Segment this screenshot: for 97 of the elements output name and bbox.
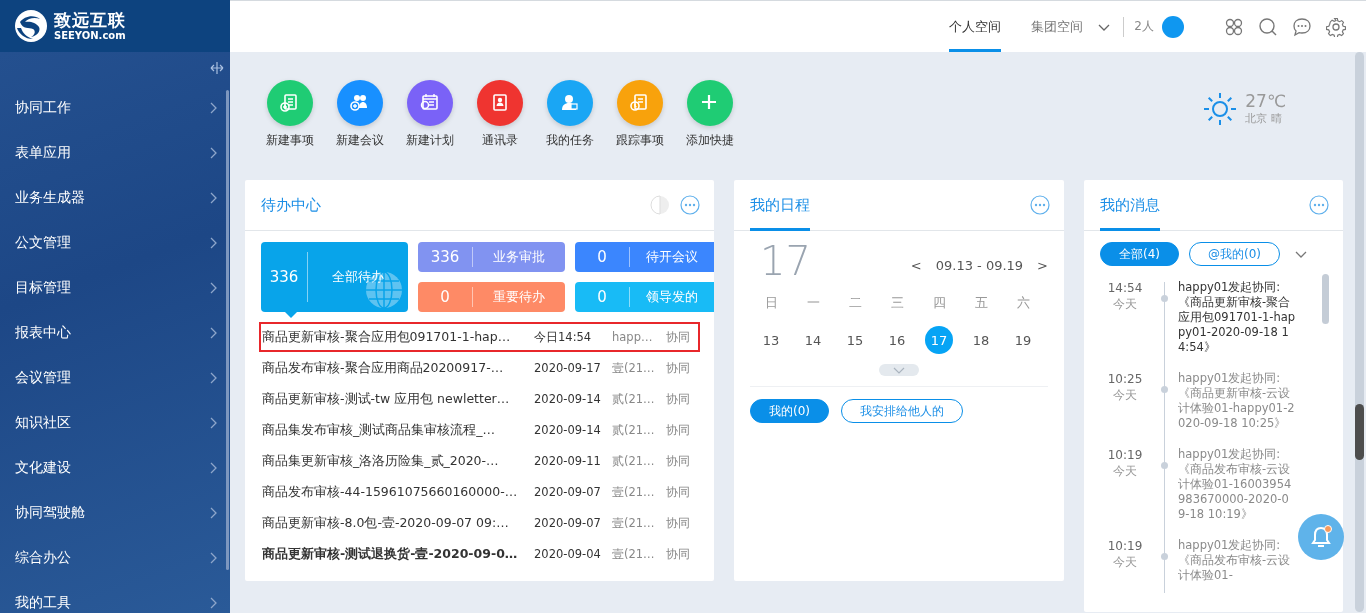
todo-row[interactable]: 商品更新审核-测试退换货-壹-2020-09-0… 2020-09-04 壹(21… 协同 [259,539,700,569]
collapse-icon[interactable] [210,62,224,74]
logo-icon [14,9,48,43]
sidebar-item[interactable]: 知识社区 [0,400,230,445]
sidebar-item[interactable]: 我的工具 [0,580,230,613]
weekday-label: 四 [931,294,947,312]
message-day: 今天 [1094,463,1156,479]
todo-row[interactable]: 商品集更新审核_洛洛历险集_贰_2020-… 2020-09-11 贰(21… 协同 [259,446,700,476]
todo-row[interactable]: 商品发布审核-聚合应用商品20200917-… 2020-09-17 壹(21… 协同 [259,353,700,383]
message-day: 今天 [1094,387,1156,403]
message-text[interactable]: happy01发起协同:《商品发布审核-云设计体验01- [1178,538,1296,583]
logo-domain: SEEYON.com [54,30,126,41]
logo-name: 致远互联 [54,11,126,29]
card-title[interactable]: 我的消息 [1100,180,1160,231]
sidebar-item[interactable]: 会议管理 [0,355,230,400]
chevron-right-icon [210,236,218,249]
weekday-label: 三 [889,294,905,312]
chevron-right-icon [210,326,218,339]
timeline-dot [1161,553,1168,560]
todo-row[interactable]: 商品更新审核-8.0包-壹-2020-09-07 09:… 2020-09-07 壹(21… 协同 [259,508,700,538]
more-icon[interactable] [1309,195,1329,215]
message-time: 14:54 [1106,280,1144,296]
weekday-label: 日 [763,294,779,312]
apps-icon[interactable] [1224,16,1244,37]
calendar-day[interactable]: 19 [1009,326,1037,354]
shortcut-button[interactable]: 跟踪事项 [605,80,675,149]
sidebar-item[interactable]: 目标管理 [0,265,230,310]
filter-button[interactable]: @我的(0) [1189,242,1280,266]
calendar-day[interactable]: 14 [799,326,827,354]
shortcut-button[interactable]: 新建会议 [325,80,395,149]
scrollbar-thumb[interactable] [1322,274,1329,324]
more-icon[interactable] [1030,195,1050,215]
message-time: 10:19 [1106,447,1144,463]
message-time: 10:25 [1106,371,1144,387]
shortcut-button[interactable]: 新建计划 [395,80,465,149]
todo-row[interactable]: 商品发布审核-44-15961075660160000-… 2020-09-07 壹(21… 协同 [259,477,700,507]
sidebar-item[interactable]: 文化建设 [0,445,230,490]
sidebar-item[interactable]: 协同工作 [0,85,230,130]
chevron-right-icon [210,596,218,609]
calendar-day[interactable]: 13 [757,326,785,354]
chevron-right-icon [210,371,218,384]
sidebar-item[interactable]: 表单应用 [0,130,230,175]
pointer-icon [285,312,297,318]
message-text[interactable]: happy01发起协同:《商品发布审核-云设计体验01-16003954983670000-2020-09-18 10:19》 [1178,447,1296,522]
timeline-dot [1161,462,1168,469]
card-title[interactable]: 我的日程 [750,180,810,231]
todo-row[interactable]: 商品更新审核-测试-tw 应用包 newletter… 2020-09-14 贰(21… 协同 [259,384,700,414]
calendar-day[interactable]: 16 [883,326,911,354]
chevron-right-icon [210,506,218,519]
calendar-day[interactable]: 18 [967,326,995,354]
message-day: 今天 [1094,554,1156,570]
shortcut-button[interactable]: 添加快捷 [675,80,745,149]
sidebar-item[interactable]: 综合办公 [0,535,230,580]
online-count: 2人 [1134,18,1154,35]
shortcut-button[interactable]: 通讯录 [465,80,535,149]
sidebar-item[interactable]: 报表中心 [0,310,230,355]
message-text[interactable]: happy01发起协同:《商品更新审核-云设计体验01-happy01-2020-09-18 10:25》 [1178,371,1296,431]
card-title: 待办中心 [261,195,321,216]
message-time: 10:19 [1106,538,1144,554]
sun-icon [1203,92,1238,126]
current-date: 17 [760,237,811,285]
weekday-label: 二 [847,294,863,312]
todo-row[interactable]: 商品更新审核-聚合应用包091701-1-hap… 今日14:54 happ… 协同 [259,322,700,352]
shortcut-button[interactable]: 我的任务 [535,80,605,149]
message-text[interactable]: happy01发起协同:《商品更新审核-聚合应用包091701-1-happy01-2020-09-18 14:54》 [1178,280,1296,355]
timeline-dot [1161,295,1168,302]
sidebar-item[interactable]: 协同驾驶舱 [0,490,230,535]
search-icon[interactable] [1258,16,1278,37]
filter-button[interactable]: 我安排给他人的 [841,399,963,423]
user-avatar[interactable] [1162,15,1184,38]
next-week-button[interactable]: > [1037,257,1048,273]
more-icon[interactable] [680,195,700,215]
chevron-right-icon [210,191,218,204]
chevron-right-icon [210,281,218,294]
chevron-down-icon [893,366,905,374]
shortcut-button[interactable]: 新建事项 [255,80,325,149]
temperature: 27℃ [1245,92,1286,111]
weekday-label: 五 [973,294,989,312]
message-day: 今天 [1094,296,1156,312]
calendar-day[interactable]: 15 [841,326,869,354]
timeline-dot [1161,386,1168,393]
sidebar-item[interactable]: 业务生成器 [0,175,230,220]
chevron-right-icon [210,551,218,564]
chevron-right-icon [210,461,218,474]
chevron-right-icon [210,146,218,159]
sidebar-item[interactable]: 公文管理 [0,220,230,265]
chevron-right-icon [210,101,218,114]
settings-icon[interactable] [1326,16,1346,37]
space-tab[interactable]: 集团空间 [1031,1,1084,52]
week-range: 09.13 - 09.19 [935,257,1024,273]
weekday-label: 六 [1015,294,1031,312]
previous-week-button[interactable]: < [910,257,922,273]
chevron-right-icon [210,416,218,429]
scrollbar-thumb[interactable] [1355,404,1364,460]
weather-location: 北京 晴 [1245,110,1283,126]
chat-icon[interactable] [1292,16,1312,37]
todo-row[interactable]: 商品集发布审核_测试商品集审核流程_… 2020-09-14 贰(21… 协同 [259,415,700,445]
